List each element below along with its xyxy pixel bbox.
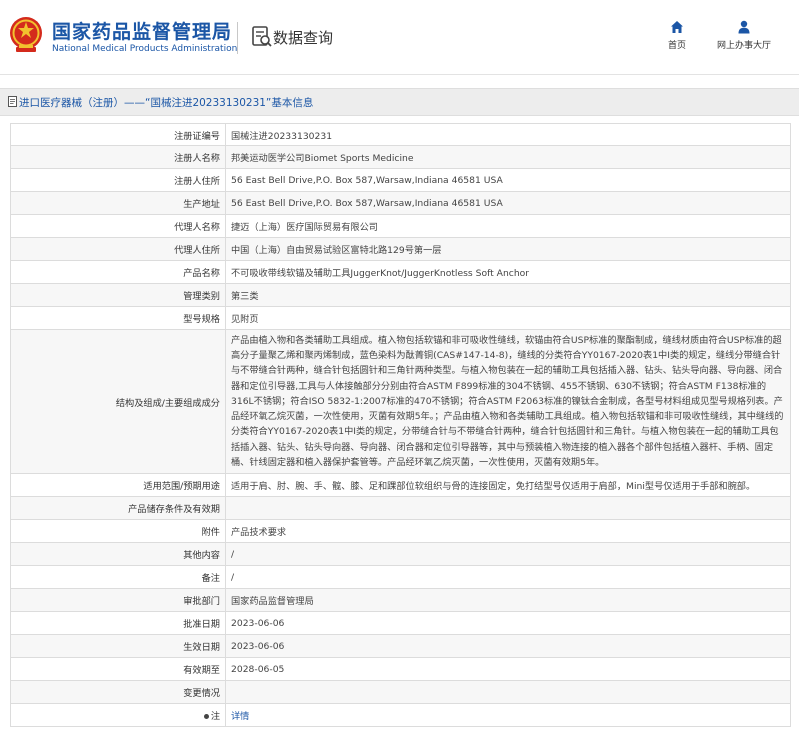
table-row: 管理类别 第三类: [10, 283, 791, 307]
row-value: 适用于肩、肘、腕、手、髋、膝、足和踝部位软组织与骨的连接固定，免打结型号仅适用于…: [225, 473, 791, 497]
table-row: 注册人住所 56 East Bell Drive,P.O. Box 587,War…: [10, 168, 791, 192]
row-label: 生效日期: [10, 634, 226, 658]
row-label: 批准日期: [10, 611, 226, 635]
row-label: 注册人名称: [10, 145, 226, 169]
site-header: 国家药品监督管理局 National Medical Products Admi…: [0, 0, 799, 75]
row-value: 2023-06-06: [225, 634, 791, 658]
row-value: 产品由植入物和各类辅助工具组成。植入物包括软锚和非可吸收性缝线，软锚由符合USP…: [225, 329, 791, 474]
nav-online-hall[interactable]: 网上办事大厅: [712, 20, 776, 51]
details-link[interactable]: 详情: [231, 711, 249, 722]
nav-home-label: 首页: [667, 41, 686, 51]
row-label-note: 注: [10, 703, 226, 727]
row-label: 生产地址: [10, 191, 226, 215]
row-label: 管理类别: [10, 283, 226, 307]
row-value: 详情: [225, 703, 791, 727]
header-divider: [237, 22, 238, 54]
row-value: [225, 496, 791, 520]
registration-info-table: 注册证编号 国械注进20233130231 注册人名称 邦美运动医学公司Biomet…: [10, 123, 791, 727]
row-label: 注册证编号: [10, 123, 226, 146]
row-value: 捷迈（上海）医疗国际贸易有限公司: [225, 214, 791, 238]
table-row: 备注 /: [10, 565, 791, 589]
row-value: 56 East Bell Drive,P.O. Box 587,Warsaw,I…: [225, 168, 791, 192]
table-row: 生产地址 56 East Bell Drive,P.O. Box 587,Wars…: [10, 191, 791, 215]
row-label: 变更情况: [10, 680, 226, 704]
table-row: 变更情况: [10, 680, 791, 704]
data-query-label[interactable]: 数据查询: [273, 27, 333, 48]
row-value: 产品技术要求: [225, 519, 791, 543]
home-icon: [671, 21, 683, 33]
table-row: 结构及组成/主要组成成分 产品由植入物和各类辅助工具组成。植入物包括软锚和非可吸收…: [10, 329, 791, 474]
row-label: 型号规格: [10, 306, 226, 330]
row-value: 国家药品监督管理局: [225, 588, 791, 612]
user-icon: [738, 20, 750, 34]
row-value: 见附页: [225, 306, 791, 330]
row-label: 适用范围/预期用途: [10, 473, 226, 497]
row-value: 不可吸收带线软锚及辅助工具JuggerKnot/JuggerKnotless S…: [225, 260, 791, 284]
row-value: 第三类: [225, 283, 791, 307]
document-icon: [8, 96, 17, 107]
table-row: 注册人名称 邦美运动医学公司Biomet Sports Medicine: [10, 145, 791, 169]
table-row: 产品储存条件及有效期: [10, 496, 791, 520]
row-value: 邦美运动医学公司Biomet Sports Medicine: [225, 145, 791, 169]
row-value: 2028-06-05: [225, 657, 791, 681]
row-label: 产品名称: [10, 260, 226, 284]
row-label: 代理人名称: [10, 214, 226, 238]
table-row: 代理人名称 捷迈（上海）医疗国际贸易有限公司: [10, 214, 791, 238]
table-row: 注册证编号 国械注进20233130231: [10, 123, 791, 146]
breadcrumb: 进口医疗器械（注册）——“国械注进20233130231”基本信息: [0, 88, 799, 116]
breadcrumb-text: 进口医疗器械（注册）——“国械注进20233130231”基本信息: [19, 97, 314, 109]
table-row: 生效日期 2023-06-06: [10, 634, 791, 658]
national-emblem-icon: [10, 17, 42, 52]
row-label: 代理人住所: [10, 237, 226, 261]
table-row: 附件 产品技术要求: [10, 519, 791, 543]
nav-online-hall-label: 网上办事大厅: [716, 41, 771, 51]
bullet-icon: [203, 714, 209, 719]
row-label: 审批部门: [10, 588, 226, 612]
row-value: /: [225, 542, 791, 566]
table-row: 产品名称 不可吸收带线软锚及辅助工具JuggerKnot/JuggerKnotle…: [10, 260, 791, 284]
table-row: 审批部门 国家药品监督管理局: [10, 588, 791, 612]
row-value: 国械注进20233130231: [225, 123, 791, 146]
row-label: 附件: [10, 519, 226, 543]
site-title-cn: 国家药品监督管理局: [52, 21, 233, 43]
table-row: 注 详情: [10, 703, 791, 727]
table-row: 适用范围/预期用途 适用于肩、肘、腕、手、髋、膝、足和踝部位软组织与骨的连接固定，…: [10, 473, 791, 497]
row-value: 中国（上海）自由贸易试验区富特北路129号第一层: [225, 237, 791, 261]
row-label: 注册人住所: [10, 168, 226, 192]
row-label: 其他内容: [10, 542, 226, 566]
table-row: 有效期至 2028-06-05: [10, 657, 791, 681]
note-label: 注: [210, 711, 220, 722]
nav-home[interactable]: 首页: [662, 20, 692, 51]
data-query-icon: [252, 26, 272, 47]
row-label: 备注: [10, 565, 226, 589]
table-row: 代理人住所 中国（上海）自由贸易试验区富特北路129号第一层: [10, 237, 791, 261]
row-value: 56 East Bell Drive,P.O. Box 587,Warsaw,I…: [225, 191, 791, 215]
table-row: 其他内容 /: [10, 542, 791, 566]
row-label: 有效期至: [10, 657, 226, 681]
site-title-en: National Medical Products Administration: [52, 44, 238, 54]
row-label: 结构及组成/主要组成成分: [10, 329, 226, 474]
row-value: [225, 680, 791, 704]
table-row: 批准日期 2023-06-06: [10, 611, 791, 635]
table-row: 型号规格 见附页: [10, 306, 791, 330]
row-value: /: [225, 565, 791, 589]
row-label: 产品储存条件及有效期: [10, 496, 226, 520]
row-value: 2023-06-06: [225, 611, 791, 635]
